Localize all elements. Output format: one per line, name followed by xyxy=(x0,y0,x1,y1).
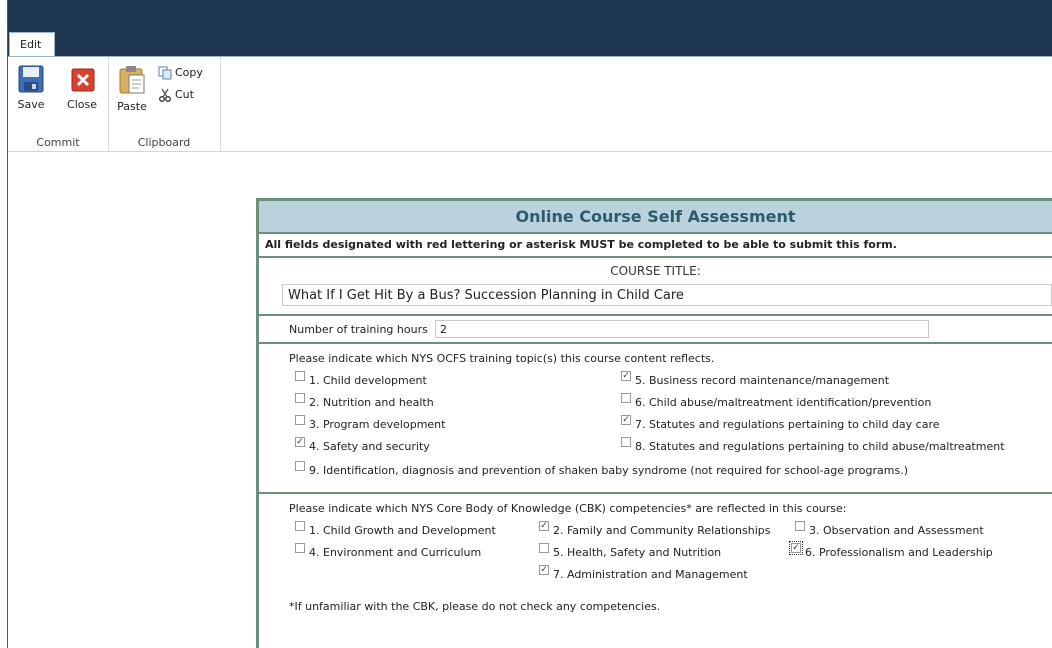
topic-checkbox-item[interactable]: 3. Program development xyxy=(295,415,446,432)
cbk-checkbox-item[interactable]: 1. Child Growth and Development xyxy=(295,521,496,538)
paste-button[interactable]: Paste xyxy=(114,65,150,113)
cbk-checkbox-item[interactable]: ✓ 7. Administration and Management xyxy=(539,565,748,582)
required-fields-notice: All fields designated with red lettering… xyxy=(259,234,1052,258)
course-title-section: COURSE TITLE: What If I Get Hit By a Bus… xyxy=(259,258,1052,316)
topic-checkbox-item[interactable]: 6. Child abuse/maltreatment identificati… xyxy=(621,393,932,410)
cbk-checkbox-item[interactable]: ✓ 2. Family and Community Relationships xyxy=(539,521,771,538)
topic-checkbox-item[interactable]: ✓ 4. Safety and security xyxy=(295,437,430,454)
cbk-intro: Please indicate which NYS Core Body of K… xyxy=(289,502,847,515)
close-button[interactable]: Close xyxy=(62,65,102,111)
cbk-footnote: *If unfamiliar with the CBK, please do n… xyxy=(289,600,661,613)
topic-label: 9. Identification, diagnosis and prevent… xyxy=(309,464,908,477)
cbk-checkbox[interactable] xyxy=(295,543,305,553)
topic-label: 3. Program development xyxy=(309,418,446,431)
form-title: Online Course Self Assessment xyxy=(259,201,1052,234)
topic-checkbox[interactable] xyxy=(621,393,631,403)
cbk-label: 2. Family and Community Relationships xyxy=(553,524,771,537)
cbk-label: 1. Child Growth and Development xyxy=(309,524,496,537)
cbk-checkbox-item[interactable]: 5. Health, Safety and Nutrition xyxy=(539,543,722,560)
topic-label: 5. Business record maintenance/managemen… xyxy=(635,374,890,387)
topic-checkbox[interactable] xyxy=(295,461,305,471)
topic-checkbox-item[interactable]: 9. Identification, diagnosis and prevent… xyxy=(295,461,908,478)
cbk-checkbox[interactable]: ✓ xyxy=(789,541,803,555)
topic-checkbox[interactable] xyxy=(295,415,305,425)
paste-icon xyxy=(119,66,145,94)
commit-group: Save Close Commit xyxy=(8,57,109,151)
training-hours-label: Number of training hours xyxy=(289,323,428,336)
course-title-input[interactable]: What If I Get Hit By a Bus? Succession P… xyxy=(282,284,1052,306)
topic-checkbox-item[interactable]: 8. Statutes and regulations pertaining t… xyxy=(621,437,1005,454)
tab-edit[interactable]: Edit xyxy=(9,32,55,56)
topic-checkbox[interactable]: ✓ xyxy=(621,371,631,381)
clipboard-group: Paste Copy Cut Clipboard xyxy=(108,57,221,151)
ribbon-tab-strip xyxy=(8,30,1052,56)
cbk-checkbox[interactable] xyxy=(295,521,305,531)
training-hours-input[interactable]: 2 xyxy=(435,320,929,338)
topic-checkbox-item[interactable]: ✓ 5. Business record maintenance/manageme… xyxy=(621,371,890,388)
topic-checkbox[interactable] xyxy=(295,371,305,381)
topic-label: 4. Safety and security xyxy=(309,440,430,453)
save-icon xyxy=(18,65,44,93)
topic-checkbox[interactable]: ✓ xyxy=(295,437,305,447)
commit-group-label: Commit xyxy=(36,136,80,149)
copy-icon xyxy=(158,66,172,80)
topic-checkbox-item[interactable]: 2. Nutrition and health xyxy=(295,393,434,410)
topic-label: 2. Nutrition and health xyxy=(309,396,434,409)
close-label: Close xyxy=(67,98,97,111)
topic-checkbox[interactable] xyxy=(295,393,305,403)
top-bar xyxy=(8,0,1052,30)
ribbon: Save Close Commit Paste Copy Cut Clipboa… xyxy=(8,56,1052,152)
cut-label: Cut xyxy=(175,88,194,101)
cbk-checkbox-item[interactable]: 4. Environment and Curriculum xyxy=(295,543,482,560)
topic-checkbox[interactable]: ✓ xyxy=(621,415,631,425)
cbk-checkbox[interactable] xyxy=(539,543,549,553)
close-icon xyxy=(71,68,95,92)
course-title-label: COURSE TITLE: xyxy=(610,264,701,278)
topic-checkbox[interactable] xyxy=(621,437,631,447)
training-topics-section: Please indicate which NYS OCFS training … xyxy=(259,344,1052,494)
topic-checkbox-item[interactable]: ✓ 7. Statutes and regulations pertaining … xyxy=(621,415,940,432)
save-label: Save xyxy=(17,98,45,111)
cbk-checkbox[interactable] xyxy=(795,521,805,531)
copy-label: Copy xyxy=(175,66,203,79)
training-hours-section: Number of training hours 2 xyxy=(259,316,1052,344)
cut-button[interactable]: Cut xyxy=(158,87,194,103)
cbk-label: 4. Environment and Curriculum xyxy=(309,546,482,559)
self-assessment-form: Online Course Self Assessment All fields… xyxy=(256,198,1052,648)
scissors-icon xyxy=(159,88,171,102)
save-button[interactable]: Save xyxy=(14,65,48,111)
cbk-label: 6. Professionalism and Leadership xyxy=(805,546,993,559)
paste-label: Paste xyxy=(117,100,147,113)
cbk-competencies-section: Please indicate which NYS Core Body of K… xyxy=(259,494,1052,618)
cbk-label: 5. Health, Safety and Nutrition xyxy=(553,546,722,559)
cbk-label: 3. Observation and Assessment xyxy=(809,524,984,537)
cbk-checkbox-item[interactable]: ✓ 6. Professionalism and Leadership xyxy=(789,541,993,560)
cbk-checkbox[interactable]: ✓ xyxy=(539,565,549,575)
training-topics-intro: Please indicate which NYS OCFS training … xyxy=(289,352,715,365)
topic-label: 7. Statutes and regulations pertaining t… xyxy=(635,418,940,431)
clipboard-group-label: Clipboard xyxy=(137,136,191,149)
copy-button[interactable]: Copy xyxy=(158,65,203,81)
topic-label: 8. Statutes and regulations pertaining t… xyxy=(635,440,1005,453)
cbk-checkbox-item[interactable]: 3. Observation and Assessment xyxy=(795,521,984,538)
topic-label: 6. Child abuse/maltreatment identificati… xyxy=(635,396,932,409)
cbk-checkbox[interactable]: ✓ xyxy=(539,521,549,531)
topic-label: 1. Child development xyxy=(309,374,427,387)
topic-checkbox-item[interactable]: 1. Child development xyxy=(295,371,427,388)
cbk-label: 7. Administration and Management xyxy=(553,568,748,581)
